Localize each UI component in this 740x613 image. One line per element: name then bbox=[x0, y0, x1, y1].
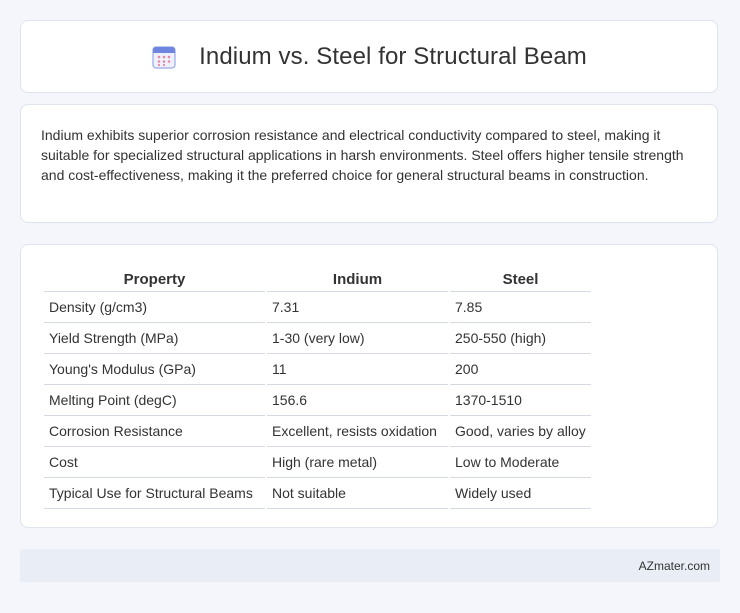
table-row: Density (g/cm3) 7.31 7.85 bbox=[44, 292, 591, 323]
steel-cell: Widely used bbox=[450, 478, 591, 509]
property-cell: Young's Modulus (GPa) bbox=[44, 354, 265, 385]
table-row: Corrosion Resistance Excellent, resists … bbox=[44, 416, 591, 447]
footer-bar: AZmater.com bbox=[20, 549, 720, 582]
indium-cell: Excellent, resists oxidation bbox=[267, 416, 448, 447]
property-cell: Corrosion Resistance bbox=[44, 416, 265, 447]
indium-cell: 7.31 bbox=[267, 292, 448, 323]
steel-cell: 7.85 bbox=[450, 292, 591, 323]
indium-cell: 1-30 (very low) bbox=[267, 323, 448, 354]
summary-card: Indium exhibits superior corrosion resis… bbox=[20, 104, 718, 223]
table-row: Typical Use for Structural Beams Not sui… bbox=[44, 478, 591, 509]
header-card: Indium vs. Steel for Structural Beam bbox=[20, 20, 718, 93]
column-header-property: Property bbox=[44, 265, 265, 292]
calendar-icon bbox=[151, 44, 177, 70]
table-row: Young's Modulus (GPa) 11 200 bbox=[44, 354, 591, 385]
steel-cell: 1370-1510 bbox=[450, 385, 591, 416]
table-row: Melting Point (degC) 156.6 1370-1510 bbox=[44, 385, 591, 416]
steel-cell: 250-550 (high) bbox=[450, 323, 591, 354]
footer-brand[interactable]: AZmater.com bbox=[639, 559, 710, 573]
column-header-indium: Indium bbox=[267, 265, 448, 292]
table-row: Yield Strength (MPa) 1-30 (very low) 250… bbox=[44, 323, 591, 354]
comparison-table-card: Property Indium Steel Density (g/cm3) 7.… bbox=[20, 244, 718, 528]
comparison-table: Property Indium Steel Density (g/cm3) 7.… bbox=[42, 265, 593, 509]
property-cell: Density (g/cm3) bbox=[44, 292, 265, 323]
table-header-row: Property Indium Steel bbox=[44, 265, 591, 292]
indium-cell: Not suitable bbox=[267, 478, 448, 509]
steel-cell: Good, varies by alloy bbox=[450, 416, 591, 447]
steel-cell: 200 bbox=[450, 354, 591, 385]
column-header-steel: Steel bbox=[450, 265, 591, 292]
indium-cell: 156.6 bbox=[267, 385, 448, 416]
summary-text: Indium exhibits superior corrosion resis… bbox=[41, 127, 684, 183]
table-row: Cost High (rare metal) Low to Moderate bbox=[44, 447, 591, 478]
property-cell: Typical Use for Structural Beams bbox=[44, 478, 265, 509]
property-cell: Melting Point (degC) bbox=[44, 385, 265, 416]
property-cell: Yield Strength (MPa) bbox=[44, 323, 265, 354]
page-title: Indium vs. Steel for Structural Beam bbox=[199, 42, 587, 70]
indium-cell: 11 bbox=[267, 354, 448, 385]
steel-cell: Low to Moderate bbox=[450, 447, 591, 478]
indium-cell: High (rare metal) bbox=[267, 447, 448, 478]
property-cell: Cost bbox=[44, 447, 265, 478]
